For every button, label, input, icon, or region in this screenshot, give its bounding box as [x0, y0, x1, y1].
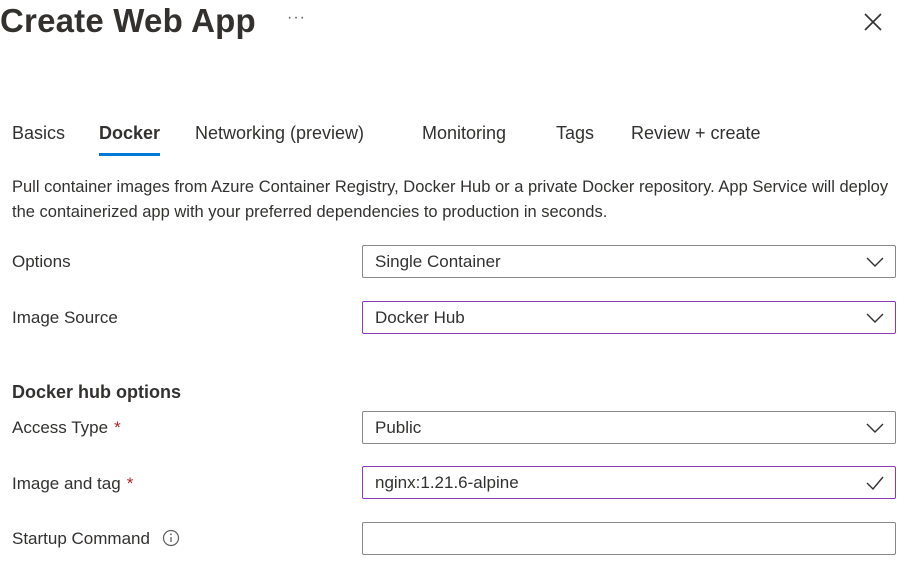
page-title: Create Web App	[0, 2, 256, 39]
access-type-value: Public	[375, 418, 422, 437]
tab-networking[interactable]: Networking (preview)	[195, 118, 364, 156]
checkmark-icon	[866, 476, 884, 491]
chevron-down-icon	[866, 257, 884, 267]
tab-docker[interactable]: Docker	[99, 118, 161, 156]
access-type-label: Access Type *	[12, 417, 121, 439]
image-and-tag-value: nginx:1.21.6-alpine	[375, 473, 519, 492]
docker-hub-options-heading: Docker hub options	[12, 382, 182, 402]
info-icon[interactable]	[162, 529, 180, 547]
startup-command-label-text: Startup Command	[12, 529, 150, 548]
image-source-dropdown[interactable]: Docker Hub	[362, 301, 896, 334]
image-and-tag-input[interactable]: nginx:1.21.6-alpine	[362, 466, 896, 499]
image-source-value: Docker Hub	[375, 308, 465, 327]
startup-command-input[interactable]	[362, 522, 896, 555]
chevron-down-icon	[866, 423, 884, 433]
more-icon[interactable]: ···	[287, 8, 306, 28]
image-and-tag-label-text: Image and tag	[12, 474, 121, 493]
close-icon[interactable]	[862, 11, 884, 33]
access-type-dropdown[interactable]: Public	[362, 411, 896, 444]
image-source-label: Image Source	[12, 308, 118, 327]
tab-bar: Basics Docker Networking (preview) Monit…	[0, 118, 906, 158]
tab-basics[interactable]: Basics	[12, 118, 65, 156]
tab-monitoring[interactable]: Monitoring	[422, 118, 506, 156]
options-dropdown[interactable]: Single Container	[362, 245, 896, 278]
required-marker: *	[126, 474, 134, 493]
access-type-label-text: Access Type	[12, 418, 109, 437]
startup-command-label: Startup Command	[12, 528, 180, 550]
required-marker: *	[114, 418, 121, 437]
create-web-app-page: Create Web App ··· Basics Docker Network…	[0, 0, 906, 569]
options-label: Options	[12, 252, 71, 271]
tab-review-create[interactable]: Review + create	[631, 118, 761, 156]
tab-tags[interactable]: Tags	[556, 118, 594, 156]
image-and-tag-label: Image and tag *	[12, 473, 133, 495]
chevron-down-icon	[866, 313, 884, 323]
options-value: Single Container	[375, 252, 501, 271]
description-text: Pull container images from Azure Contain…	[12, 178, 889, 221]
